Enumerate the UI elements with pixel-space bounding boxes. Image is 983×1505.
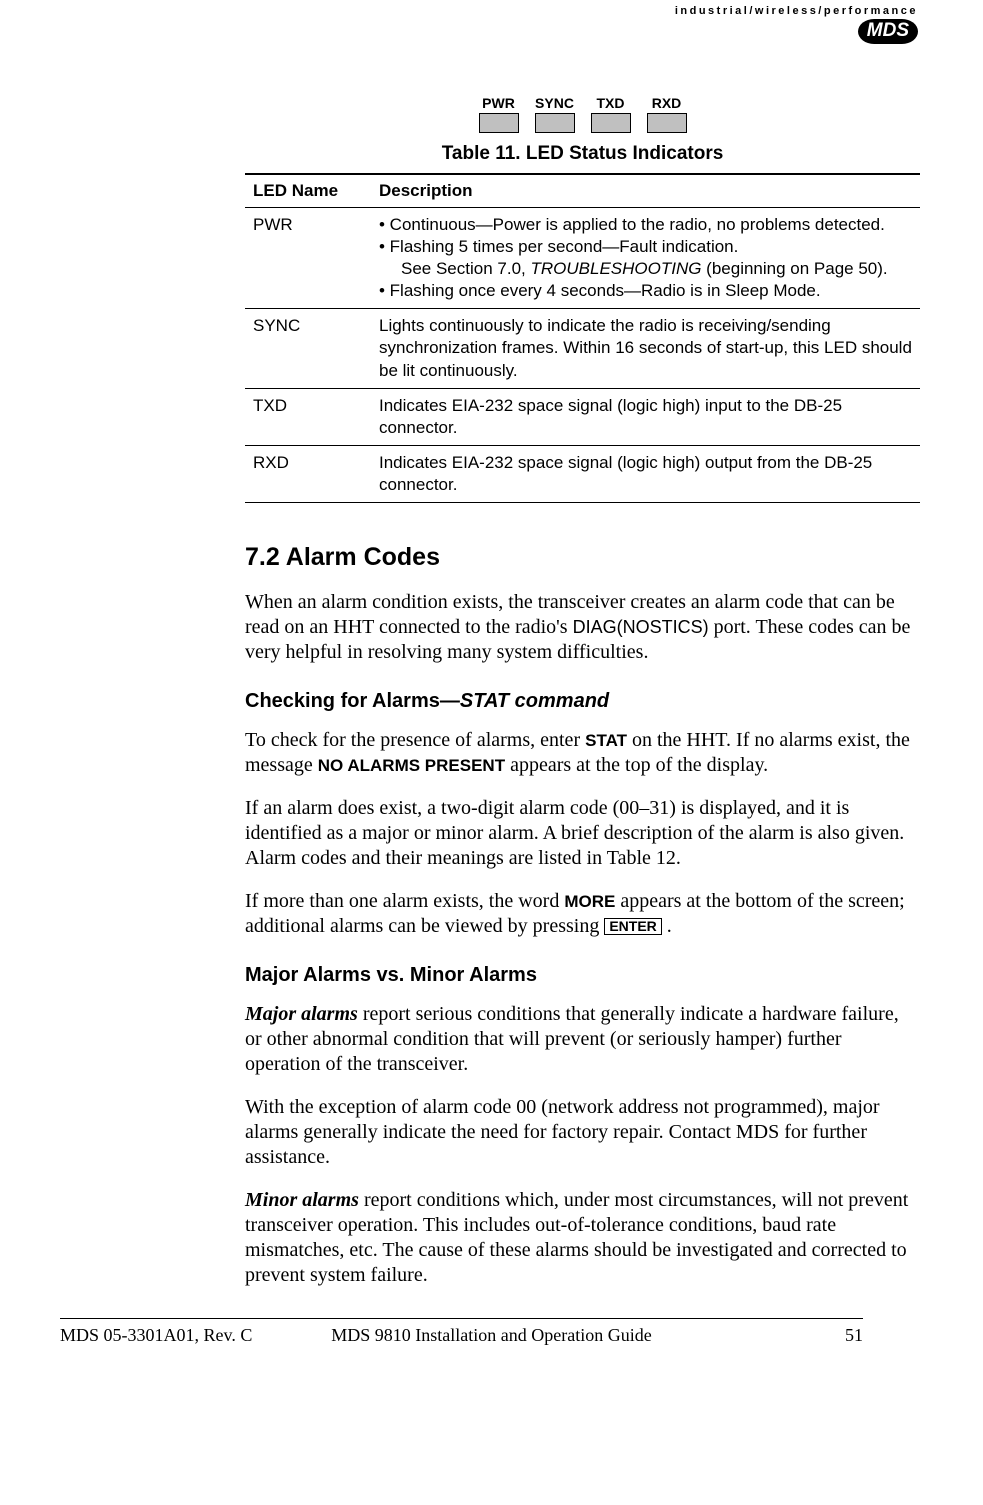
cell-desc: Indicates EIA-232 space signal (logic hi… <box>371 445 920 502</box>
led-rxd-box <box>647 113 687 133</box>
paragraph-stat-1: To check for the presence of alarms, ent… <box>245 728 920 778</box>
paragraph-intro: When an alarm condition exists, the tran… <box>245 590 920 665</box>
th-description: Description <box>371 174 920 208</box>
led-txd: TXD <box>585 95 637 133</box>
led-txd-label: TXD <box>585 95 637 111</box>
enter-key-icon: ENTER <box>604 918 661 935</box>
table-caption: Table 11. LED Status Indicators <box>245 143 920 165</box>
footer-right: 51 <box>845 1325 863 1346</box>
page-footer: MDS 05-3301A01, Rev. C MDS 9810 Installa… <box>60 1318 863 1366</box>
table-row: SYNC Lights continuously to indicate the… <box>245 309 920 388</box>
cell-desc: Indicates EIA-232 space signal (logic hi… <box>371 388 920 445</box>
th-led-name: LED Name <box>245 174 371 208</box>
table-row: PWR • Continuous—Power is applied to the… <box>245 208 920 309</box>
led-rxd-label: RXD <box>641 95 693 111</box>
paragraph-major-2: With the exception of alarm code 00 (net… <box>245 1095 920 1170</box>
led-pwr-box <box>479 113 519 133</box>
led-pwr: PWR <box>473 95 525 133</box>
footer-left: MDS 05-3301A01, Rev. C <box>60 1325 252 1346</box>
mds-logo: MDS <box>858 19 918 44</box>
led-sync-label: SYNC <box>529 95 581 111</box>
paragraph-stat-2: If an alarm does exist, a two-digit alar… <box>245 796 920 871</box>
heading-7-2: 7.2 Alarm Codes <box>245 543 920 572</box>
cell-led-name: RXD <box>245 445 371 502</box>
cell-led-name: SYNC <box>245 309 371 388</box>
paragraph-major-1: Major alarms report serious conditions t… <box>245 1002 920 1077</box>
cell-led-name: TXD <box>245 388 371 445</box>
led-sync: SYNC <box>529 95 581 133</box>
led-rxd: RXD <box>641 95 693 133</box>
paragraph-stat-3: If more than one alarm exists, the word … <box>245 889 920 939</box>
led-txd-box <box>591 113 631 133</box>
table-row: RXD Indicates EIA-232 space signal (logi… <box>245 445 920 502</box>
paragraph-minor-1: Minor alarms report conditions which, un… <box>245 1188 920 1288</box>
page: industrial/wireless/performance MDS PWR … <box>0 0 983 1366</box>
brand-header: industrial/wireless/performance MDS <box>675 5 918 44</box>
led-figure: PWR SYNC TXD RXD <box>473 95 693 133</box>
led-pwr-label: PWR <box>473 95 525 111</box>
footer-center: MDS 9810 Installation and Operation Guid… <box>331 1325 651 1346</box>
led-status-table: LED Name Description PWR • Continuous—Po… <box>245 173 920 503</box>
heading-checking-alarms: Checking for Alarms—STAT command <box>245 690 920 713</box>
cell-desc: • Continuous—Power is applied to the rad… <box>371 208 920 309</box>
cell-desc: Lights continuously to indicate the radi… <box>371 309 920 388</box>
table-row: TXD Indicates EIA-232 space signal (logi… <box>245 388 920 445</box>
cell-led-name: PWR <box>245 208 371 309</box>
led-sync-box <box>535 113 575 133</box>
heading-major-minor: Major Alarms vs. Minor Alarms <box>245 964 920 987</box>
content-column: PWR SYNC TXD RXD Table 11. LED Status In… <box>245 0 920 1288</box>
brand-tagline: industrial/wireless/performance <box>675 5 918 17</box>
